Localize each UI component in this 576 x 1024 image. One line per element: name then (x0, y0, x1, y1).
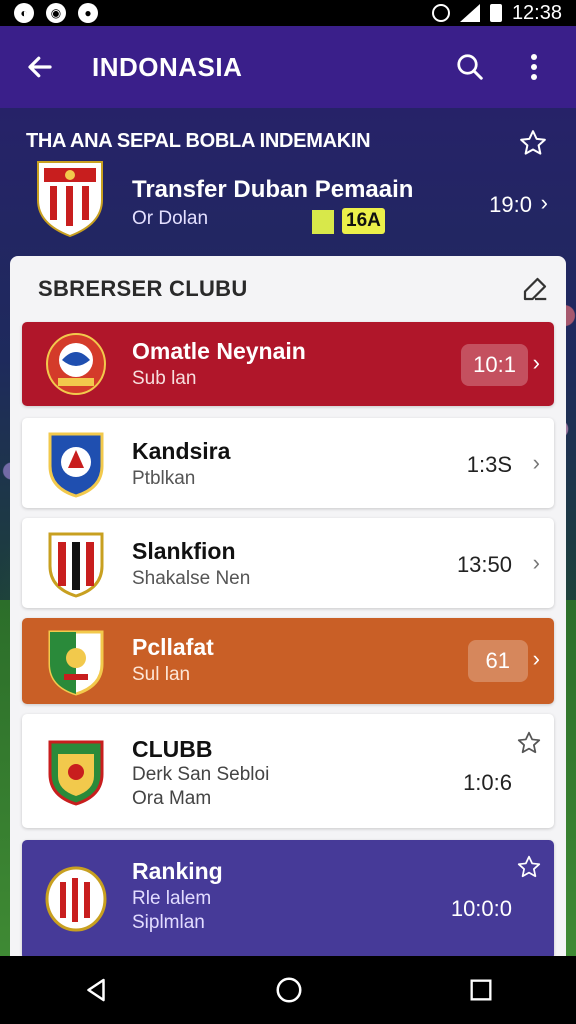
club-subtitle: Sub lan (132, 368, 197, 389)
club-name: Omatle Neynain (132, 338, 306, 364)
app-bar: INDONASIA (0, 26, 576, 108)
club-crest-icon (48, 432, 104, 498)
status-bar: ◐ ◉ ● 12:38 (0, 0, 576, 26)
club-value: 61 (485, 648, 510, 673)
club-name: CLUBB (132, 736, 213, 762)
club-crest-icon (46, 333, 106, 395)
nav-recents-icon[interactable] (467, 976, 495, 1004)
indicator-square (312, 210, 334, 234)
chevron-right-icon: › (540, 190, 548, 215)
more-vert-icon (531, 54, 537, 80)
featured-heading: THA ANA SEPAL BOBLA INDEMAKIN (26, 130, 371, 152)
notification-app-icon: ◐ (14, 3, 34, 23)
featured-subtitle: Or Dolan (132, 208, 209, 229)
featured-value: 19:0 (489, 192, 532, 217)
club-subtitle: Sul lan (132, 664, 191, 685)
status-notification-icons: ◐ ◉ ● (14, 3, 98, 23)
club-crest-icon (48, 630, 104, 696)
club-crest-icon (48, 740, 104, 806)
alarm-icon (431, 4, 450, 22)
page-title: INDONASIA (92, 51, 243, 82)
club-list-card: SBRERSER CLUBU Omatle Neynain Sub lan 10… (10, 256, 566, 976)
system-nav-bar (0, 956, 576, 1024)
club-subtitle: Rle lalem (132, 888, 212, 909)
star-icon[interactable] (516, 730, 542, 756)
featured-title: Transfer Duban Pemaain (132, 176, 414, 203)
club-crest-icon (37, 161, 103, 238)
club-value-pill: 10:1 (461, 344, 528, 386)
arrow-left-icon (28, 56, 52, 78)
back-button[interactable] (20, 47, 60, 87)
club-row[interactable]: Slankfion Shakalse Nen 13:50 › (22, 518, 554, 608)
status-system-icons: 12:38 (431, 1, 562, 25)
club-row[interactable]: Ranking Rle lalem Siplmlan 10:0:0 (22, 840, 554, 960)
status-time: 12:38 (511, 1, 562, 24)
card-heading: SBRERSER CLUBU (38, 276, 248, 301)
nav-back-icon[interactable] (81, 975, 111, 1005)
chevron-right-icon: › (532, 550, 540, 575)
chevron-right-icon: › (532, 646, 540, 671)
edit-icon[interactable] (520, 274, 550, 304)
club-subtitle-secondary: Ora Mam (132, 788, 212, 809)
notification-app-icon: ◉ (46, 3, 66, 23)
club-name: Pcllafat (132, 634, 214, 660)
club-subtitle: Ptblkan (132, 468, 196, 489)
club-row[interactable]: CLUBB Derk San Sebloi Ora Mam 1:0:6 (22, 714, 554, 828)
club-row[interactable]: Kandsira Ptblkan 1:3S › (22, 418, 554, 508)
club-name: Ranking (132, 858, 223, 884)
club-value: 10:0:0 (450, 896, 512, 921)
battery-icon (489, 4, 502, 22)
club-value: 1:0:6 (463, 770, 512, 795)
club-crest-icon (45, 866, 107, 932)
search-button[interactable] (448, 45, 492, 89)
club-subtitle: Derk San Sebloi (132, 764, 270, 785)
signal-icon (459, 4, 480, 22)
club-row[interactable]: Omatle Neynain Sub lan 10:1 › (22, 322, 554, 406)
star-icon[interactable] (516, 854, 542, 880)
club-value: 1:3S (466, 452, 512, 477)
club-value-pill: 61 (467, 640, 528, 682)
notification-app-icon: ● (78, 3, 98, 23)
search-icon (457, 54, 483, 80)
club-value: 10:1 (473, 352, 516, 377)
featured-badge: 16A (342, 208, 385, 234)
chevron-right-icon: › (532, 450, 540, 475)
featured-transfer-card[interactable]: THA ANA SEPAL BOBLA INDEMAKIN Transfer D… (12, 116, 564, 252)
club-name: Kandsira (132, 438, 231, 464)
club-value: 13:50 (456, 552, 512, 577)
club-subtitle-secondary: Siplmlan (132, 912, 205, 933)
star-icon[interactable] (518, 128, 548, 158)
club-row[interactable]: Pcllafat Sul lan 61 › (22, 618, 554, 704)
more-options-button[interactable] (512, 45, 556, 89)
nav-home-icon[interactable] (274, 975, 304, 1005)
club-subtitle: Shakalse Nen (132, 568, 251, 589)
chevron-right-icon: › (532, 350, 540, 375)
club-name: Slankfion (132, 538, 236, 564)
club-crest-icon (48, 532, 104, 598)
